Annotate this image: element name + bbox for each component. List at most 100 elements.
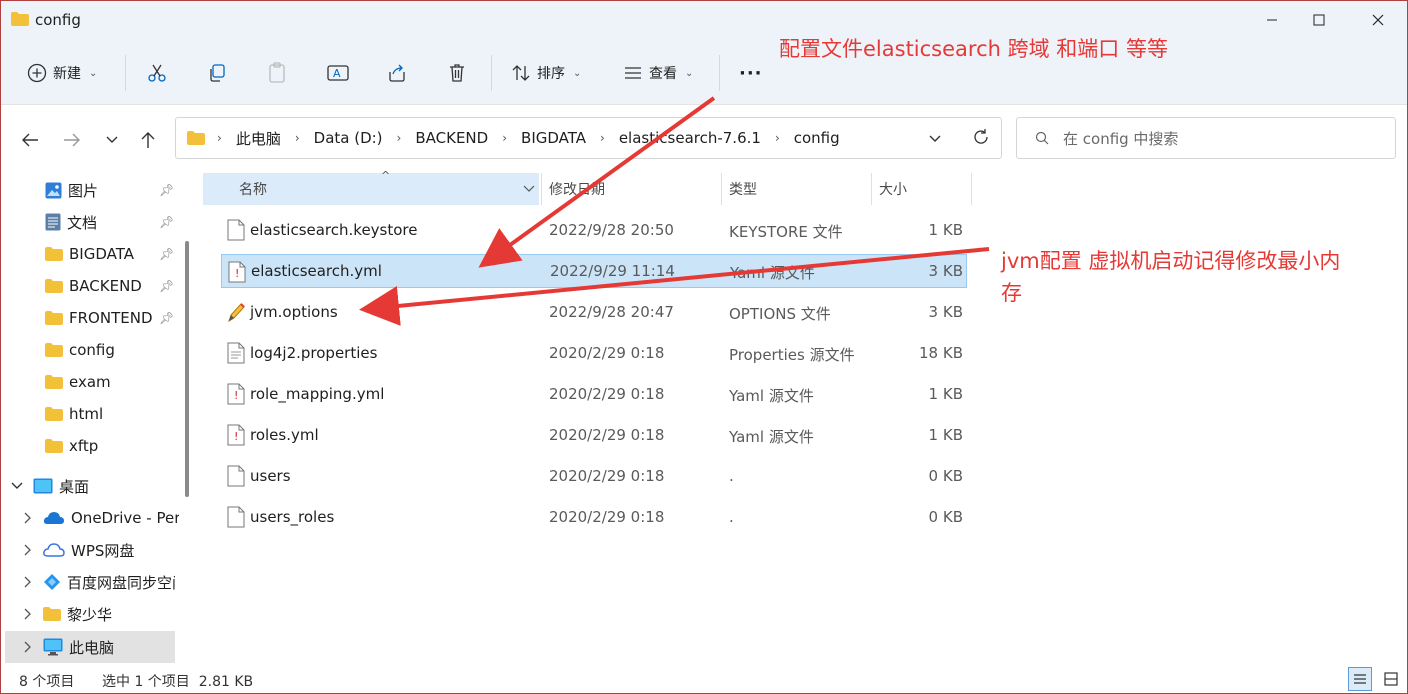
chevron-right-icon[interactable] [23, 608, 33, 620]
column-divider[interactable] [871, 173, 872, 205]
address-history-dropdown[interactable] [928, 132, 942, 148]
arrow-right-icon [64, 133, 80, 147]
command-bar: 新建 ⌄ A 排序 ⌄ 查看 ⌄ ··· [1, 41, 1407, 105]
tiles-view-icon [1384, 672, 1398, 686]
rename-button[interactable]: A [327, 55, 349, 91]
chevron-right-icon[interactable] [23, 576, 33, 588]
file-row[interactable]: jvm.options 2022/9/28 20:47 OPTIONS 文件 3… [221, 295, 967, 329]
yaml-file-icon: ! [227, 383, 245, 405]
chevron-down-icon [523, 185, 535, 192]
column-header-name[interactable]: 名称 [239, 173, 267, 205]
refresh-button[interactable] [972, 128, 990, 150]
breadcrumb-elasticsearch[interactable]: elasticsearch-7.6.1 [619, 129, 761, 147]
back-button[interactable] [17, 127, 43, 153]
sidebar-item-wps-drive[interactable]: WPS网盘 [1, 534, 179, 566]
breadcrumb-this-pc[interactable]: 此电脑 [236, 128, 281, 149]
search-input[interactable]: 在 config 中搜索 [1016, 117, 1396, 159]
file-size: 1 KB [928, 385, 963, 403]
paste-button[interactable] [267, 55, 287, 91]
chevron-right-icon[interactable] [23, 512, 33, 524]
file-row-selected[interactable]: ! elasticsearch.yml 2022/9/29 11:14 Yaml… [221, 254, 967, 288]
wps-cloud-icon [43, 543, 65, 557]
chevron-down-icon [106, 136, 118, 143]
sidebar-item-exam[interactable]: exam [1, 366, 179, 398]
copy-button[interactable] [207, 55, 227, 91]
file-row[interactable]: ! roles.yml 2020/2/29 0:18 Yaml 源文件 1 KB [221, 418, 967, 452]
plus-circle-icon [27, 63, 47, 83]
toolbar-divider [491, 55, 492, 91]
tiles-view-button[interactable] [1379, 667, 1403, 691]
column-header-name-label: 名称 [239, 182, 267, 198]
address-bar[interactable]: › 此电脑 › Data (D:) › BACKEND › BIGDATA › … [175, 117, 1002, 159]
file-row[interactable]: ! role_mapping.yml 2020/2/29 0:18 Yaml 源… [221, 377, 967, 411]
minimize-button[interactable] [1249, 1, 1295, 39]
breadcrumb-separator: › [600, 131, 605, 145]
file-modified: 2022/9/29 11:14 [550, 262, 675, 280]
sidebar-item-label: WPS网盘 [71, 541, 135, 560]
chevron-right-icon[interactable] [23, 544, 33, 556]
file-type: . [729, 467, 734, 485]
file-name: roles.yml [250, 426, 319, 444]
file-size: 18 KB [919, 344, 963, 362]
chevron-right-icon[interactable] [23, 641, 33, 653]
options-file-icon [228, 303, 245, 323]
sidebar-item-xftp[interactable]: xftp [1, 430, 179, 462]
column-divider[interactable] [971, 173, 972, 205]
sidebar-item-frontend[interactable]: FRONTEND 📌︎ [1, 302, 179, 334]
column-divider[interactable] [721, 173, 722, 205]
close-button[interactable] [1355, 1, 1401, 39]
folder-icon [45, 247, 63, 261]
cut-button[interactable] [147, 55, 167, 91]
column-header-modified[interactable]: 修改日期 [549, 173, 605, 205]
sidebar-item-label: 百度网盘同步空间 [67, 573, 175, 592]
column-divider[interactable] [541, 173, 542, 205]
sidebar-item-desktop[interactable]: 桌面 [1, 470, 179, 502]
delete-button[interactable] [447, 55, 467, 91]
details-view-button[interactable] [1348, 667, 1372, 691]
sidebar-item-baidu-sync[interactable]: 百度网盘同步空间 [1, 566, 179, 598]
column-filter-dropdown[interactable] [523, 181, 535, 197]
view-button[interactable]: 查看 ⌄ [623, 55, 693, 91]
breadcrumb-backend[interactable]: BACKEND [415, 129, 488, 147]
sidebar-item-html[interactable]: html [1, 398, 179, 430]
desktop-icon [33, 478, 53, 494]
sidebar-item-config[interactable]: config [1, 334, 179, 366]
share-button[interactable] [387, 55, 407, 91]
toolbar-divider [125, 55, 126, 91]
breadcrumb-config[interactable]: config [794, 129, 840, 147]
annotation-right-line2: 存 [1001, 281, 1022, 305]
sidebar-item-pictures[interactable]: 图片 📌︎ [1, 174, 179, 206]
forward-button[interactable] [59, 127, 85, 153]
paste-icon [269, 62, 285, 83]
file-size: 3 KB [928, 303, 963, 321]
up-button[interactable] [135, 127, 161, 153]
breadcrumb-bigdata[interactable]: BIGDATA [521, 129, 586, 147]
breadcrumb-data-drive[interactable]: Data (D:) [314, 129, 383, 147]
file-row[interactable]: users_roles 2020/2/29 0:18 . 0 KB [221, 500, 967, 534]
column-header-size[interactable]: 大小 [879, 173, 907, 205]
new-button[interactable]: 新建 ⌄ [27, 55, 97, 91]
sort-button[interactable]: 排序 ⌄ [511, 55, 581, 91]
file-row[interactable]: users 2020/2/29 0:18 . 0 KB [221, 459, 967, 493]
sidebar-item-backend[interactable]: BACKEND 📌︎ [1, 270, 179, 302]
sidebar-item-label: FRONTEND [69, 309, 153, 327]
sidebar-scrollbar[interactable] [185, 241, 189, 497]
sidebar-item-bigdata[interactable]: BIGDATA 📌︎ [1, 238, 179, 270]
sidebar-item-this-pc[interactable]: 此电脑 [5, 631, 175, 663]
sidebar-item-user[interactable]: 黎少华 [1, 598, 179, 630]
sidebar-item-label: BIGDATA [69, 245, 134, 263]
selection-info: 选中 1 个项目 2.81 KB [102, 674, 254, 690]
maximize-button[interactable] [1296, 1, 1342, 39]
column-header-type[interactable]: 类型 [729, 173, 757, 205]
sidebar-item-onedrive[interactable]: OneDrive - Pers [1, 502, 179, 534]
close-icon [1372, 14, 1384, 26]
chevron-down-icon[interactable] [11, 481, 23, 491]
file-row[interactable]: log4j2.properties 2020/2/29 0:18 Propert… [221, 336, 967, 370]
recent-locations-button[interactable] [99, 127, 125, 153]
breadcrumb-separator: › [294, 131, 300, 145]
more-options-button[interactable]: ··· [739, 55, 763, 91]
sidebar-item-documents[interactable]: 文档 📌︎ [1, 206, 179, 238]
file-row[interactable]: elasticsearch.keystore 2022/9/28 20:50 K… [221, 213, 967, 247]
file-type: OPTIONS 文件 [729, 305, 831, 323]
file-size: 3 KB [928, 262, 963, 280]
